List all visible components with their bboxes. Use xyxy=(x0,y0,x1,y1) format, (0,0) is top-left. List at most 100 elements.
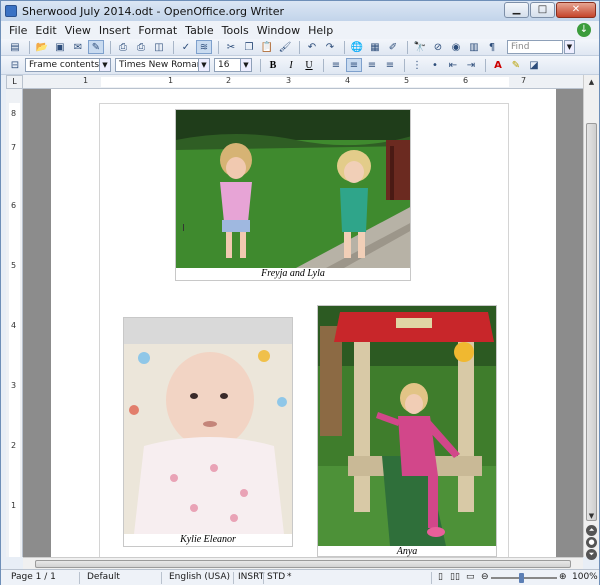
print-preview-icon[interactable]: ◫ xyxy=(151,40,167,54)
table-icon[interactable]: ▦ xyxy=(367,40,383,54)
font-size-value: 16 xyxy=(218,60,230,70)
ruler-number: 3 xyxy=(286,76,292,85)
zoom-slider-track[interactable] xyxy=(491,577,557,579)
open-icon[interactable]: 📂 xyxy=(34,40,50,54)
bullets-icon[interactable]: • xyxy=(427,58,443,72)
horizontal-scrollbar[interactable] xyxy=(23,557,583,569)
clone-formatting-icon[interactable]: 🖌 xyxy=(277,40,293,54)
nonprinting-characters-icon[interactable]: ¶ xyxy=(484,40,500,54)
menu-format[interactable]: Format xyxy=(134,24,181,37)
photo-frame-anya[interactable]: Anya xyxy=(317,305,497,557)
zoom-slider-handle[interactable] xyxy=(519,573,524,583)
font-size-select[interactable]: 16 ▼ xyxy=(214,58,252,72)
save-icon[interactable]: ▣ xyxy=(52,40,68,54)
single-page-view-icon[interactable]: ▯ xyxy=(438,572,443,582)
align-right-icon[interactable]: ≡ xyxy=(364,58,380,72)
vertical-ruler[interactable]: 1 2 3 4 5 6 7 8 xyxy=(6,89,23,557)
styles-formatting-icon[interactable]: ⊟ xyxy=(7,58,23,72)
zoom-out-icon[interactable]: ⊖ xyxy=(481,572,489,582)
document-area[interactable]: Freyja and Lyla Kylie Eleanor Anya I xyxy=(23,89,583,557)
previous-page-icon[interactable]: ⏶ xyxy=(586,525,597,536)
maximize-button[interactable]: □ xyxy=(530,2,555,18)
copy-icon[interactable]: ❐ xyxy=(241,40,257,54)
menu-view[interactable]: View xyxy=(61,24,95,37)
document-page[interactable]: Freyja and Lyla Kylie Eleanor Anya I xyxy=(51,89,556,557)
find-input[interactable]: Find xyxy=(507,40,563,54)
numbering-icon[interactable]: ⋮ xyxy=(409,58,425,72)
justify-icon[interactable]: ≡ xyxy=(382,58,398,72)
find-dropdown-icon[interactable]: ▼ xyxy=(564,40,575,54)
photo-frame-freyja-lyla[interactable]: Freyja and Lyla xyxy=(175,109,411,281)
menu-table[interactable]: Table xyxy=(181,24,217,37)
status-selection-mode[interactable]: STD xyxy=(267,572,285,582)
update-download-icon[interactable]: ↓ xyxy=(577,23,591,37)
menu-help[interactable]: Help xyxy=(304,24,337,37)
edit-file-icon[interactable]: ✎ xyxy=(88,40,104,54)
email-icon[interactable]: ✉ xyxy=(70,40,86,54)
multi-page-view-icon[interactable]: ▯▯ xyxy=(450,572,460,582)
scroll-up-icon[interactable]: ▲ xyxy=(586,77,597,88)
toolbar-separator xyxy=(110,40,111,54)
gallery-icon[interactable]: ◉ xyxy=(448,40,464,54)
photo-frame-kylie-eleanor[interactable]: Kylie Eleanor xyxy=(123,317,293,547)
increase-indent-icon[interactable]: ⇥ xyxy=(463,58,479,72)
status-page-style[interactable]: Default xyxy=(87,572,120,582)
paragraph-style-value: Frame contents xyxy=(29,60,100,70)
font-name-select[interactable]: Times New Roman ▼ xyxy=(115,58,210,72)
autospellcheck-icon[interactable]: ≋ xyxy=(196,40,212,54)
align-center-icon[interactable]: ≡ xyxy=(346,58,362,72)
paragraph-style-select[interactable]: Frame contents ▼ xyxy=(25,58,111,72)
italic-icon[interactable]: I xyxy=(283,58,299,72)
ruler-tab-type-icon[interactable]: L xyxy=(6,75,23,89)
menu-insert[interactable]: Insert xyxy=(95,24,135,37)
menu-window[interactable]: Window xyxy=(253,24,304,37)
navigator-icon[interactable]: ⊘ xyxy=(430,40,446,54)
horizontal-scroll-thumb[interactable] xyxy=(35,560,571,568)
paste-icon[interactable]: 📋 xyxy=(259,40,275,54)
status-insert-mode[interactable]: INSRT xyxy=(238,572,264,582)
navigation-icon[interactable]: ● xyxy=(586,537,597,548)
toolbar-separator xyxy=(404,58,405,72)
two-girls-on-lawn-image xyxy=(176,110,410,268)
vertical-scroll-thumb[interactable] xyxy=(586,123,597,521)
menu-edit[interactable]: Edit xyxy=(31,24,60,37)
align-left-icon[interactable]: ≡ xyxy=(328,58,344,72)
underline-icon[interactable]: U xyxy=(301,58,317,72)
new-document-icon[interactable]: ▤ xyxy=(7,40,23,54)
status-separator xyxy=(233,572,234,584)
vertical-scrollbar[interactable]: ▲ ▼ ⏶ ● ⏷ xyxy=(583,75,599,560)
title-bar[interactable]: Sherwood July 2014.odt - OpenOffice.org … xyxy=(1,1,599,21)
font-name-value: Times New Roman xyxy=(119,60,203,70)
hyperlink-icon[interactable]: 🌐 xyxy=(349,40,365,54)
find-replace-icon[interactable]: 🔭 xyxy=(412,40,428,54)
show-draw-functions-icon[interactable]: ✐ xyxy=(385,40,401,54)
zoom-in-icon[interactable]: ⊕ xyxy=(559,572,567,582)
cut-icon[interactable]: ✂ xyxy=(223,40,239,54)
status-language[interactable]: English (USA) xyxy=(169,572,230,582)
undo-icon[interactable]: ↶ xyxy=(304,40,320,54)
data-sources-icon[interactable]: ▥ xyxy=(466,40,482,54)
minimize-button[interactable]: ▁ xyxy=(504,2,529,18)
menu-tools[interactable]: Tools xyxy=(218,24,253,37)
zoom-level[interactable]: 100% xyxy=(572,572,598,582)
highlighting-icon[interactable]: ✎ xyxy=(508,58,524,72)
next-page-icon[interactable]: ⏷ xyxy=(586,549,597,560)
photo-caption: Freyja and Lyla xyxy=(261,268,325,279)
print-icon[interactable]: ⎙ xyxy=(133,40,149,54)
status-page[interactable]: Page 1 / 1 xyxy=(11,572,56,582)
background-color-icon[interactable]: ◪ xyxy=(526,58,542,72)
ruler-number: 1 xyxy=(168,76,174,85)
export-pdf-icon[interactable]: ⎙ xyxy=(115,40,131,54)
menu-file[interactable]: File xyxy=(5,24,31,37)
spellcheck-icon[interactable]: ✓ xyxy=(178,40,194,54)
horizontal-ruler[interactable]: 1 1 2 3 4 5 6 7 xyxy=(23,75,583,89)
redo-icon[interactable]: ↷ xyxy=(322,40,338,54)
toddler-in-playhouse-image xyxy=(318,306,496,546)
decrease-indent-icon[interactable]: ⇤ xyxy=(445,58,461,72)
close-button[interactable]: ✕ xyxy=(556,2,596,18)
bold-icon[interactable]: B xyxy=(265,58,281,72)
scroll-down-icon[interactable]: ▼ xyxy=(586,511,597,522)
font-color-icon[interactable]: A xyxy=(490,58,506,72)
chevron-down-icon: ▼ xyxy=(240,59,251,71)
book-view-icon[interactable]: ▭ xyxy=(466,572,475,582)
